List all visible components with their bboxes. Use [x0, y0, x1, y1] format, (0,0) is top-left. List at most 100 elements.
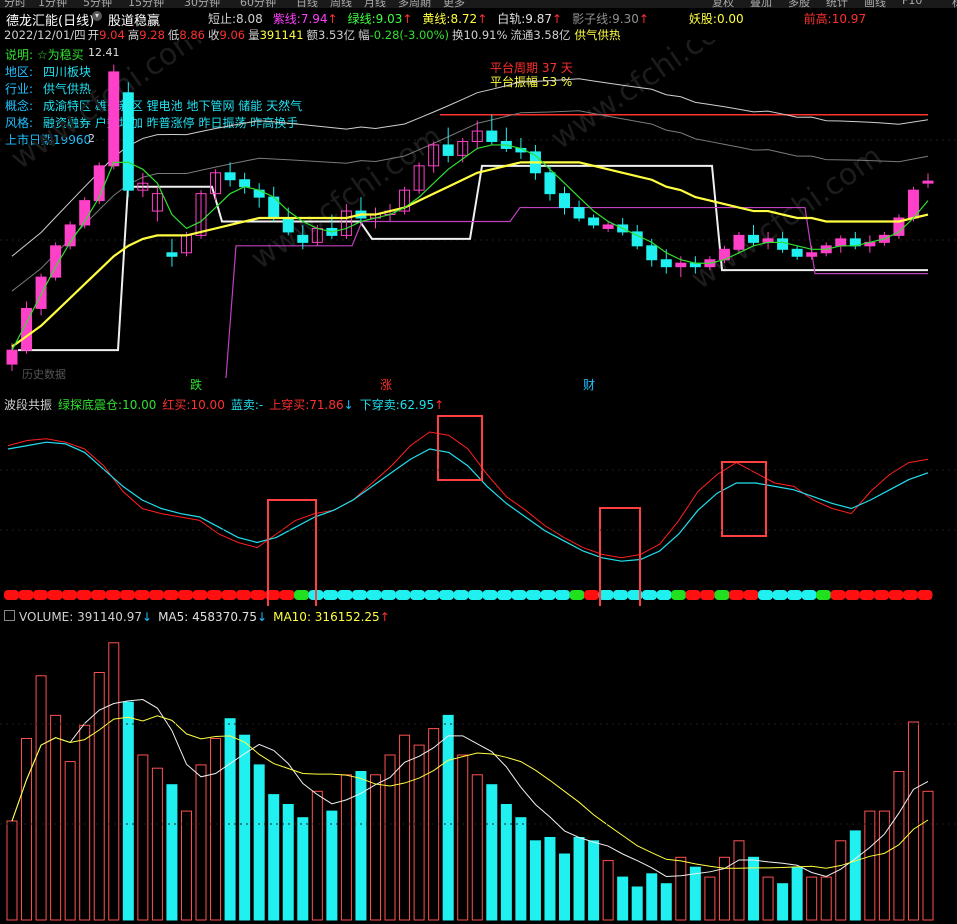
panel-toggle-icon[interactable] [4, 610, 15, 621]
volume-bar [820, 876, 832, 921]
volume-item-1: MA5: 458370.75↓ [158, 610, 267, 624]
volume-bar [529, 840, 541, 921]
yellow-ma-line [11, 161, 929, 348]
candle [835, 235, 847, 253]
signal-band-segment [888, 590, 904, 600]
header-item-7: 前高:10.97 [804, 12, 866, 26]
volume-bar [457, 754, 469, 921]
toolbar-button-0[interactable]: 复权 [712, 0, 734, 8]
toolbar-button-5[interactable]: F10 [902, 0, 922, 7]
signal-band-segment [685, 590, 701, 600]
signal-band-segment [482, 590, 498, 600]
oscillator-chart[interactable] [0, 410, 957, 606]
signal-band-segment [18, 590, 34, 600]
period-tab-10[interactable]: 更多 [443, 0, 465, 8]
osc-cyan-line [7, 441, 929, 562]
candle-body [835, 238, 847, 247]
candle [922, 173, 934, 189]
signal-band-segment [917, 590, 933, 600]
signal-band-segment [772, 590, 788, 600]
toolbar-button-2[interactable]: 多股 [788, 0, 810, 8]
volume-bar [893, 771, 905, 921]
header-value: 8.08 [236, 12, 263, 26]
volume-bar [180, 810, 192, 921]
up-arrow-icon: ↑ [552, 12, 563, 26]
signal-band-segment [758, 590, 773, 600]
period-tab-3[interactable]: 15分钟 [128, 0, 164, 8]
signal-band-segment [178, 590, 193, 600]
candle-body [35, 276, 47, 309]
candle [733, 231, 745, 253]
toolbar-button-3[interactable]: 统计 [826, 0, 848, 8]
volume-bar [471, 774, 483, 921]
signal-band-segment [221, 590, 237, 600]
signal-band-segment [352, 590, 367, 600]
signal-band-segment [105, 590, 121, 600]
period-tab-6[interactable]: 日线 [296, 0, 318, 8]
volume-bar [210, 738, 222, 921]
signal-band-segment [540, 590, 556, 600]
signal-band-segment [787, 590, 802, 600]
volume-bar [588, 840, 600, 921]
volume-bar [748, 856, 760, 921]
signal-band-segment [76, 590, 92, 600]
candle-body [239, 179, 251, 188]
signal-band-segment [134, 590, 150, 600]
volume-bar [791, 866, 803, 921]
signal-band-segment [874, 590, 889, 600]
up-arrow-icon: ↑ [402, 12, 413, 26]
signal-band-segment [439, 590, 454, 600]
period-tab-2[interactable]: 5分钟 [83, 0, 112, 8]
volume-bar [413, 744, 425, 921]
period-tab-0[interactable]: 分时 [4, 0, 26, 8]
period-tab-8[interactable]: 月线 [364, 0, 386, 8]
signal-band-segment [149, 590, 164, 600]
signal-band-segment [511, 590, 527, 600]
candle-body [660, 259, 672, 268]
period-tab-1[interactable]: 1分钟 [38, 0, 67, 8]
candlestick-chart[interactable]: www.cfchi.comwww.cfchi.comwww.cfchi.comw… [0, 40, 957, 392]
signal-band-segment [497, 590, 512, 600]
header-item-4: 白轨:9.87↑ [497, 12, 562, 26]
volume-bar [137, 754, 149, 921]
candle-body [777, 238, 789, 250]
volume-value: 316152.25 [310, 610, 380, 624]
down-arrow-icon: ↓ [257, 610, 268, 624]
volume-bar [108, 642, 120, 921]
info-icon[interactable]: ▾ [92, 11, 102, 21]
volume-chart[interactable] [0, 624, 957, 924]
header-label: 前高: [803, 12, 832, 26]
period-tab-4[interactable]: 30分钟 [184, 0, 220, 8]
period-tab-5[interactable]: 60分钟 [240, 0, 276, 8]
candle-body [922, 180, 934, 184]
toolbar-button-1[interactable]: 叠加 [750, 0, 772, 8]
candle [64, 221, 76, 250]
toolbar-button-4[interactable]: 画线 [864, 0, 886, 8]
candle [849, 231, 861, 250]
candle [544, 165, 556, 201]
toolbar-button-6[interactable]: 标记 [952, 0, 957, 8]
header-item-5: 影子线:9.30↑ [572, 12, 649, 26]
volume-bar [907, 721, 919, 921]
volume-bar [922, 790, 934, 921]
period-tab-7[interactable]: 周线 [330, 0, 352, 8]
volume-bar [253, 764, 265, 921]
volume-bar [297, 817, 309, 921]
volume-label: MA5: [158, 610, 189, 624]
period-tab-9[interactable]: 多周期 [398, 0, 431, 8]
signal-band-segment [323, 590, 338, 600]
volume-bar [79, 724, 91, 921]
volume-bar [486, 784, 498, 921]
volume-bar [806, 876, 818, 921]
candle-body [282, 217, 294, 233]
candle-body [588, 217, 600, 226]
history-data-label: 历史数据 [22, 367, 66, 381]
signal-band-segment [192, 590, 208, 600]
signal-band-segment [453, 590, 469, 600]
header-item-3: 黄线:8.72↑ [422, 12, 487, 26]
volume-bar [340, 774, 352, 921]
candle-body [733, 234, 745, 250]
candle [79, 197, 91, 229]
volume-bar [849, 830, 861, 921]
volume-bar [878, 810, 890, 921]
